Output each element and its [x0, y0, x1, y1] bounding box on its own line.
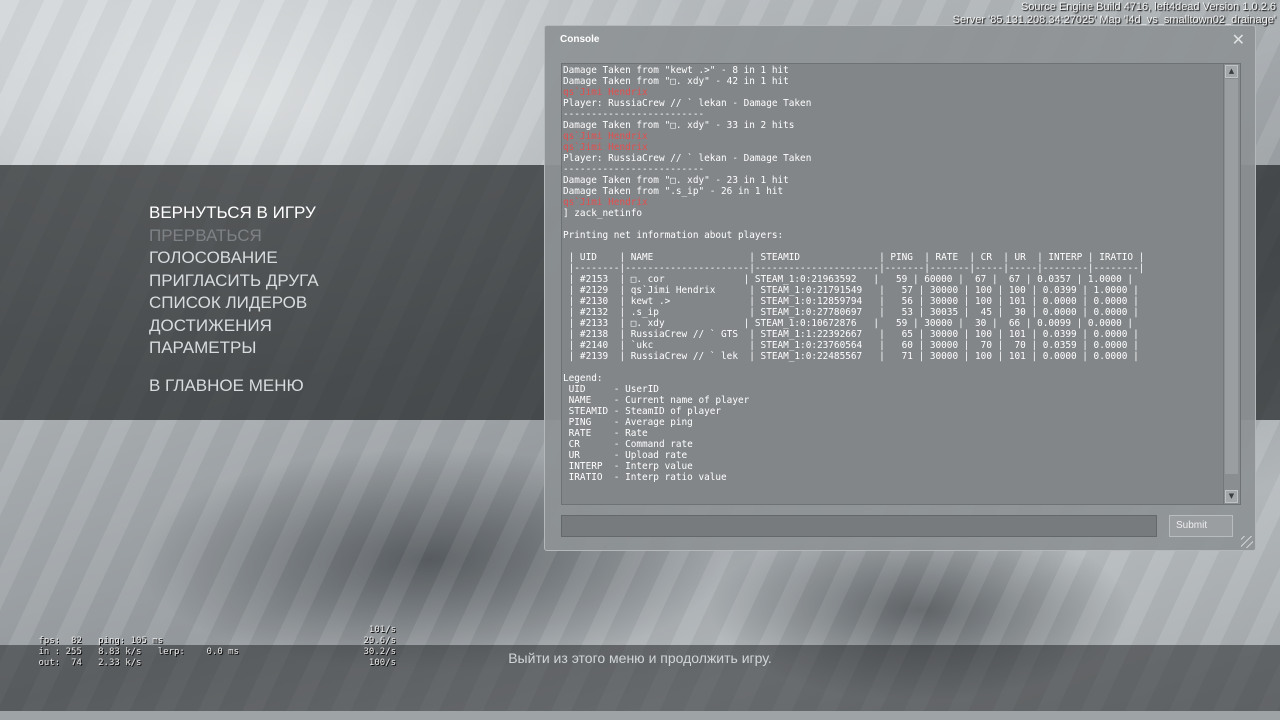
console-line: | #2133 | □. xdy | STEAM_1:0:10672876 | …	[563, 318, 1134, 329]
console-line: qs`Jimi Hendrix	[563, 142, 648, 153]
console-line: NAME - Current name of player	[563, 395, 750, 406]
menu-item-invite-friend[interactable]: ПРИГЛАСИТЬ ДРУГА	[149, 271, 319, 291]
console-line: PING - Average ping	[563, 417, 693, 428]
console-line: Damage Taken from "□. xdy" - 42 in 1 hit	[563, 76, 789, 87]
build-version: Source Engine Build 4716, left4dead Vers…	[1020, 1, 1276, 13]
console-line: -------------------------	[563, 109, 705, 120]
console-line: qs`Jimi Hendrix	[563, 87, 648, 98]
menu-item-options[interactable]: ПАРАМЕТРЫ	[149, 338, 256, 358]
console-log: Damage Taken from "kewt .>" - 8 in 1 hit…	[563, 65, 1223, 483]
netgraph-right: 100/s	[368, 658, 396, 668]
netgraph-line: fps: 82 ping: 105 ms 101/s	[6, 625, 396, 646]
console-command-input[interactable]	[561, 515, 1157, 537]
netgraph-line: out: 74 2.33 k/s 30.2/s	[6, 647, 396, 668]
netgraph-right: 29.6/s	[363, 636, 396, 646]
console-window[interactable]: Console ✕ Damage Taken from "kewt .>" - …	[544, 25, 1256, 551]
console-line: UID - UserID	[563, 384, 659, 395]
console-line: | #2132 | .s_ip | STEAM_1:0:27780697 | 5…	[563, 307, 1139, 318]
console-line: RATE - Rate	[563, 428, 648, 439]
bottom-strip	[0, 711, 1280, 720]
build-info: Source Engine Build 4716, left4dead Vers…	[953, 1, 1276, 27]
console-line: | #2140 | `ukc | STEAM_1:0:23760564 | 60…	[563, 340, 1139, 351]
menu-item-take-break: ПРЕРВАТЬСЯ	[149, 226, 262, 245]
console-line: Printing net information about players:	[563, 230, 784, 241]
console-line: -------------------------	[563, 164, 705, 175]
console-line: Damage Taken from "□. xdy" - 23 in 1 hit	[563, 175, 789, 186]
menu-item-achievements[interactable]: ДОСТИЖЕНИЯ	[149, 316, 272, 336]
menu-item-main-menu[interactable]: В ГЛАВНОЕ МЕНЮ	[149, 376, 304, 396]
scroll-up-icon[interactable]: ▲	[1225, 65, 1238, 78]
console-line: | #2153 | □. cor | STEAM_1:0:21963592 | …	[563, 274, 1134, 285]
console-title: Console	[560, 34, 600, 45]
console-line: Legend:	[563, 373, 603, 384]
console-line: CR - Command rate	[563, 439, 693, 450]
console-line: |--------|----------------------|-------…	[563, 263, 1145, 274]
console-line: | #2129 | qs`Jimi Hendrix | STEAM_1:0:21…	[563, 285, 1139, 296]
console-line: ] zack_netinfo	[563, 208, 643, 219]
netgraph: fps: 82 ping: 105 ms 101/s in : 255 8.83…	[6, 625, 396, 669]
submit-button[interactable]: Submit	[1169, 515, 1233, 537]
console-line: Player: RussiaCrew // ` lekan - Damage T…	[563, 153, 812, 164]
game-screen: Source Engine Build 4716, left4dead Vers…	[0, 0, 1280, 720]
menu-item-leaderboards[interactable]: СПИСОК ЛИДЕРОВ	[149, 293, 307, 313]
resize-grip-icon[interactable]	[1241, 536, 1253, 548]
netgraph-line: 100/s	[6, 658, 396, 669]
menu-item-vote[interactable]: ГОЛОСОВАНИЕ	[149, 248, 278, 268]
console-line: UR - Upload rate	[563, 450, 688, 461]
console-line: qs`Jimi Hendrix	[563, 131, 648, 142]
netgraph-right: 101/s	[368, 625, 396, 635]
console-line: | #2139 | RussiaCrew // ` lek | STEAM_1:…	[563, 351, 1139, 362]
console-line: STEAMID - SteamID of player	[563, 406, 722, 417]
console-line: IRATIO - Interp ratio value	[563, 472, 727, 483]
scroll-track[interactable]	[1225, 79, 1238, 474]
menu-item-resume[interactable]: ВЕРНУТЬСЯ В ИГРУ	[149, 203, 316, 223]
console-line: Damage Taken from "□. xdy" - 33 in 2 hit…	[563, 120, 795, 131]
console-line: | UID | NAME | STEAMID | PING | RATE | C…	[563, 252, 1145, 263]
console-line: INTERP - Interp value	[563, 461, 693, 472]
console-line: Player: RussiaCrew // ` lekan - Damage T…	[563, 98, 812, 109]
console-line: Damage Taken from "kewt .>" - 8 in 1 hit	[563, 65, 789, 76]
console-output[interactable]: Damage Taken from "kewt .>" - 8 in 1 hit…	[561, 63, 1241, 505]
console-line: Damage Taken from ".s_ip" - 26 in 1 hit	[563, 186, 784, 197]
console-scrollbar[interactable]: ▲ ▼	[1223, 64, 1240, 504]
netgraph-line: in : 255 8.83 k/s lerp: 0.0 ms 29.6/s	[6, 636, 396, 657]
close-icon[interactable]: ✕	[1232, 30, 1245, 49]
console-line: qs`Jimi Hendrix	[563, 197, 648, 208]
console-line: | #2130 | kewt .> | STEAM_1:0:12859794 |…	[563, 296, 1139, 307]
scroll-down-icon[interactable]: ▼	[1225, 490, 1238, 503]
console-line: | #2138 | RussiaCrew // ` GTS | STEAM_1:…	[563, 329, 1139, 340]
netgraph-right: 30.2/s	[363, 647, 396, 657]
